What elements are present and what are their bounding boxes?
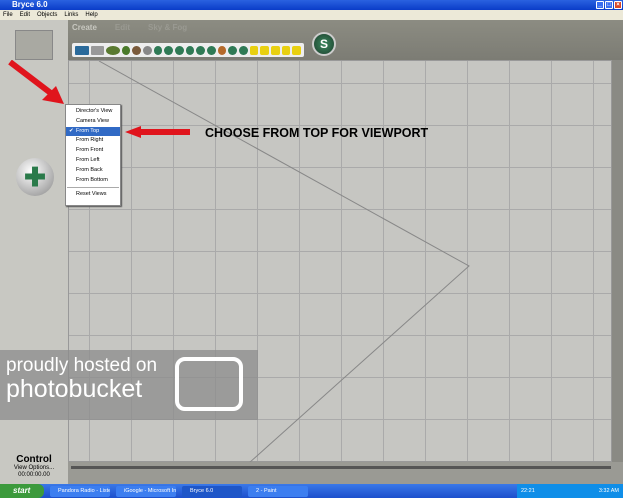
menu-edit[interactable]: Edit <box>20 10 30 20</box>
right-toolstrip[interactable] <box>612 60 623 484</box>
view-options-button[interactable]: View Options... <box>0 465 68 472</box>
time-readout: 00:00:00.00 <box>18 471 50 478</box>
close-button[interactable]: × <box>614 1 622 9</box>
menu-item-from-bottom[interactable]: From Bottom <box>66 176 120 186</box>
menu-help[interactable]: Help <box>85 10 97 20</box>
trackball-control[interactable]: ✚ <box>16 158 54 196</box>
menu-file[interactable]: File <box>3 10 13 20</box>
menu-item-camera-view[interactable]: Camera View <box>66 117 120 127</box>
timeline-scrubber[interactable] <box>71 466 611 469</box>
red-arrow-icon <box>8 60 64 104</box>
camera-icon <box>175 357 243 411</box>
menu-links[interactable]: Links <box>64 10 78 20</box>
menu-item-from-left[interactable]: From Left <box>66 156 120 166</box>
create-objects-shelf[interactable] <box>72 43 304 57</box>
task-pandora[interactable]: Pandora Radio - Liste... <box>50 485 110 497</box>
photobucket-watermark: proudly hosted on photobucket <box>0 350 258 420</box>
window-title: Bryce 6.0 <box>12 0 48 9</box>
menu-bar: File Edit Objects Links Help <box>0 10 623 20</box>
menu-item-from-back[interactable]: From Back <box>66 166 120 176</box>
view-menu-popup: Director's View Camera View ✔ From Top Fr… <box>65 104 121 206</box>
nano-preview[interactable] <box>15 30 53 60</box>
minimize-button[interactable]: _ <box>596 1 604 9</box>
tray-time: 22:21 <box>521 488 535 494</box>
animation-controls <box>68 462 623 484</box>
bryce-logo-button[interactable]: S <box>312 32 336 56</box>
menu-item-directors-view[interactable]: Director's View <box>66 107 120 117</box>
task-igoogle[interactable]: iGoogle - Microsoft In... <box>116 485 176 497</box>
tab-create[interactable]: Create <box>72 23 97 32</box>
object-palette: Create Edit Sky & Fog S <box>0 20 623 60</box>
menu-divider <box>67 187 119 189</box>
tab-edit[interactable]: Edit <box>115 23 130 32</box>
start-button[interactable]: start <box>0 484 44 498</box>
menu-item-from-front[interactable]: From Front <box>66 146 120 156</box>
maximize-button[interactable]: □ <box>605 1 613 9</box>
task-bryce[interactable]: Bryce 6.0 <box>182 485 242 497</box>
menu-item-reset-views[interactable]: Reset Views <box>66 190 120 200</box>
title-bar: Bryce 6.0 _ □ × <box>0 0 623 10</box>
menu-item-from-top[interactable]: ✔ From Top <box>66 126 120 137</box>
clock: 3:32 AM <box>598 488 619 494</box>
red-arrow-left-icon <box>125 126 190 138</box>
annotation-text: CHOOSE FROM TOP FOR VIEWPORT <box>205 126 429 140</box>
tab-sky-fog[interactable]: Sky & Fog <box>148 23 187 32</box>
task-paint[interactable]: 2 - Paint <box>248 485 308 497</box>
menu-item-label: From Top <box>76 127 100 134</box>
menu-item-from-right[interactable]: From Right <box>66 136 120 146</box>
system-tray: 22:21 3:32 AM <box>517 484 623 498</box>
control-title: Control <box>16 454 52 465</box>
menu-objects[interactable]: Objects <box>37 10 57 20</box>
taskbar: start Pandora Radio - Liste... iGoogle -… <box>0 484 623 498</box>
check-icon: ✔ <box>69 127 74 134</box>
